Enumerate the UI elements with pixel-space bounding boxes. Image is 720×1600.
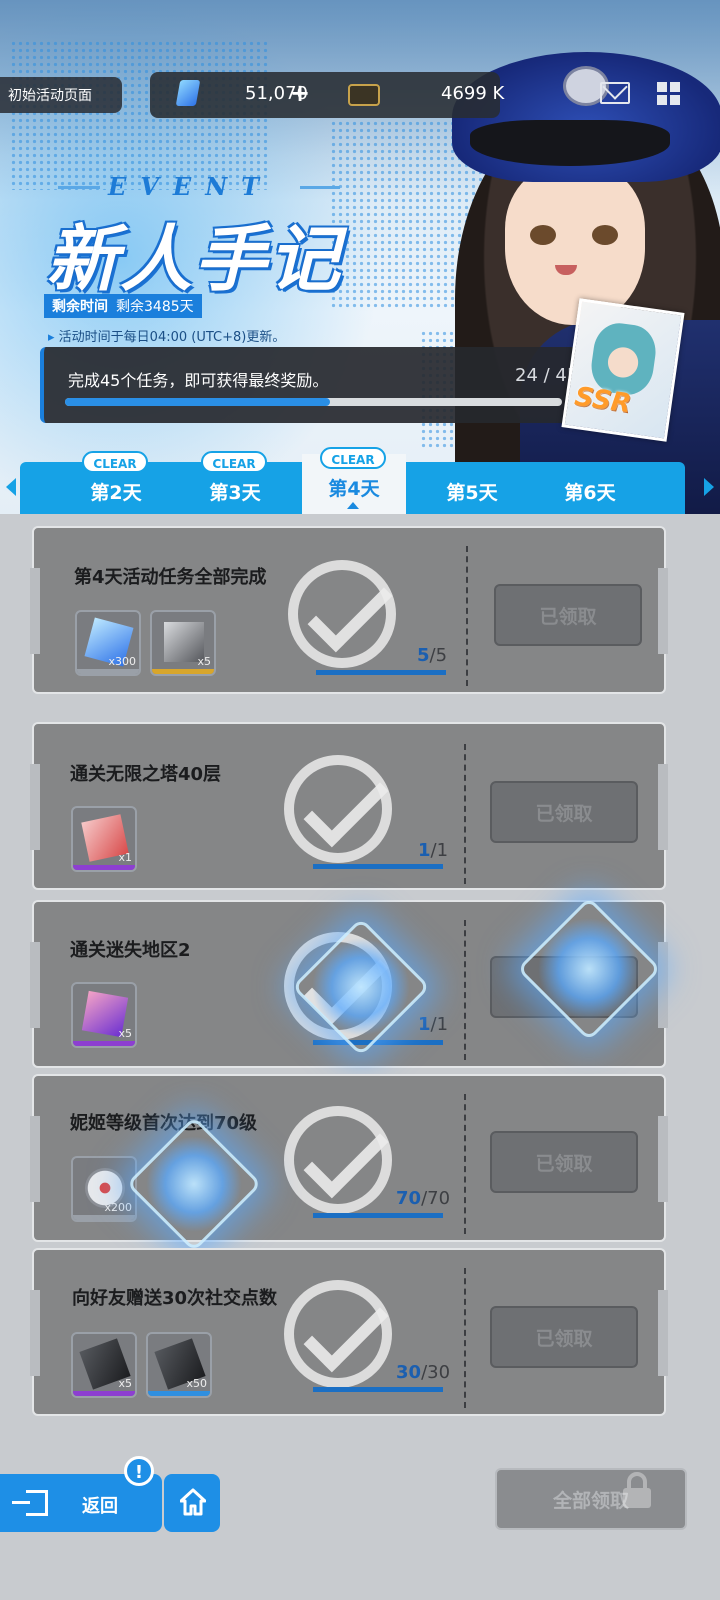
claimed-button[interactable]: 已领取 bbox=[490, 781, 638, 843]
initial-event-page-button[interactable]: 初始活动页面 bbox=[0, 77, 122, 113]
credit-amount: 4699 K bbox=[441, 83, 505, 104]
item-quantity: x5 bbox=[118, 1377, 132, 1390]
task-progress: 1/1 bbox=[418, 840, 449, 861]
item-quantity: x200 bbox=[104, 1201, 132, 1214]
item-quantity: x50 bbox=[186, 1377, 207, 1390]
item-quantity: x5 bbox=[197, 655, 211, 668]
mail-icon[interactable] bbox=[600, 82, 630, 104]
item-quantity: x5 bbox=[118, 1027, 132, 1040]
task-progress-bar bbox=[313, 1040, 443, 1045]
decorative-line bbox=[300, 186, 340, 189]
mission-progress-bar bbox=[65, 398, 562, 406]
item-rarity-strip bbox=[152, 669, 214, 674]
task-progress-bar bbox=[313, 864, 443, 869]
task-title: 通关无限之塔40层 bbox=[70, 764, 222, 785]
card-divider bbox=[464, 1268, 466, 1408]
tab-clear-badge: CLEAR bbox=[82, 451, 148, 473]
back-label: 返回 bbox=[82, 1496, 118, 1517]
task-title: 向好友赠送30次社交点数 bbox=[72, 1288, 278, 1309]
reward-item-core[interactable]: x5 bbox=[150, 610, 216, 676]
refresh-note: 活动时间于每日04:00 (UTC+8)更新。 bbox=[48, 326, 286, 345]
claimed-button[interactable]: 已领取 bbox=[490, 1306, 638, 1368]
claimed-button[interactable]: 已领取 bbox=[494, 584, 642, 646]
tab-day-2[interactable]: 第2天 bbox=[66, 478, 166, 505]
character-eye bbox=[592, 225, 618, 245]
task-progress: 5/5 bbox=[417, 645, 448, 666]
task-progress-bar bbox=[313, 1387, 443, 1392]
tab-clear-badge: CLEAR bbox=[201, 451, 267, 473]
remaining-time-value: 剩余3485天 bbox=[116, 299, 194, 315]
character-face bbox=[505, 165, 645, 325]
home-icon bbox=[180, 1488, 206, 1516]
decorative-line bbox=[58, 186, 100, 189]
back-arrow-icon bbox=[12, 1490, 48, 1516]
task-title: 第4天活动任务全部完成 bbox=[74, 567, 267, 588]
task-progress: 1/1 bbox=[418, 1014, 449, 1035]
task-progress: 30/30 bbox=[396, 1362, 451, 1383]
card-divider bbox=[464, 744, 466, 884]
tab-day-6[interactable]: 第6天 bbox=[540, 478, 640, 505]
card-divider bbox=[464, 1094, 466, 1234]
item-rarity-strip bbox=[77, 669, 139, 674]
item-rarity-strip bbox=[73, 1215, 135, 1220]
menu-grid-icon[interactable] bbox=[657, 82, 681, 106]
task-progress-bar bbox=[313, 1213, 443, 1218]
task-progress-bar bbox=[316, 670, 446, 675]
mission-goal-text: 完成45个任务，即可获得最终奖励。 bbox=[68, 371, 329, 390]
remaining-time-badge: 剩余时间 剩余3485天 bbox=[44, 294, 202, 318]
item-rarity-strip bbox=[73, 865, 135, 870]
reward-rarity-label: SSR bbox=[572, 381, 633, 420]
reward-item-data-chip[interactable]: x50 bbox=[146, 1332, 212, 1398]
item-rarity-strip bbox=[73, 1391, 135, 1396]
event-title: 新人手记 bbox=[46, 217, 343, 301]
remaining-time-label: 剩余时间 bbox=[52, 299, 108, 315]
add-gems-button[interactable]: + bbox=[290, 79, 310, 107]
active-tab-caret-icon bbox=[347, 502, 359, 509]
mission-progress-fill bbox=[65, 398, 331, 406]
item-rarity-strip bbox=[148, 1391, 210, 1396]
event-label: EVENT bbox=[108, 172, 274, 201]
tabs-scroll-left-icon[interactable] bbox=[6, 478, 16, 496]
character-cap-visor bbox=[470, 120, 670, 166]
credit-icon bbox=[348, 84, 380, 106]
tab-day-3[interactable]: 第3天 bbox=[185, 478, 285, 505]
notification-alert-icon: ! bbox=[124, 1456, 154, 1486]
card-divider bbox=[466, 546, 468, 686]
item-quantity: x1 bbox=[118, 851, 132, 864]
reward-item-gem[interactable]: x300 bbox=[75, 610, 141, 676]
reward-item-credit-orb[interactable]: x200 bbox=[71, 1156, 137, 1222]
task-title: 通关迷失地区2 bbox=[70, 940, 191, 961]
tabs-scroll-right-icon[interactable] bbox=[704, 478, 714, 496]
tab-clear-badge: CLEAR bbox=[320, 447, 386, 469]
reward-item-ticket[interactable]: x1 bbox=[71, 806, 137, 872]
reward-item-crystal[interactable]: x5 bbox=[71, 982, 137, 1048]
reward-item-data-chip[interactable]: x5 bbox=[71, 1332, 137, 1398]
card-divider bbox=[464, 920, 466, 1060]
item-rarity-strip bbox=[73, 1041, 135, 1046]
claimed-button[interactable]: 已领取 bbox=[490, 1131, 638, 1193]
item-quantity: x300 bbox=[108, 655, 136, 668]
tab-day-4[interactable]: 第4天 bbox=[304, 474, 404, 501]
task-title: 妮姬等级首次达到70级 bbox=[70, 1113, 258, 1134]
claim-all-button[interactable]: 全部领取 bbox=[495, 1468, 687, 1530]
final-reward-card[interactable]: SSR bbox=[561, 298, 685, 442]
task-progress: 70/70 bbox=[396, 1188, 451, 1209]
lock-icon bbox=[623, 1472, 651, 1508]
tab-day-5[interactable]: 第5天 bbox=[422, 478, 522, 505]
character-eye bbox=[530, 225, 556, 245]
